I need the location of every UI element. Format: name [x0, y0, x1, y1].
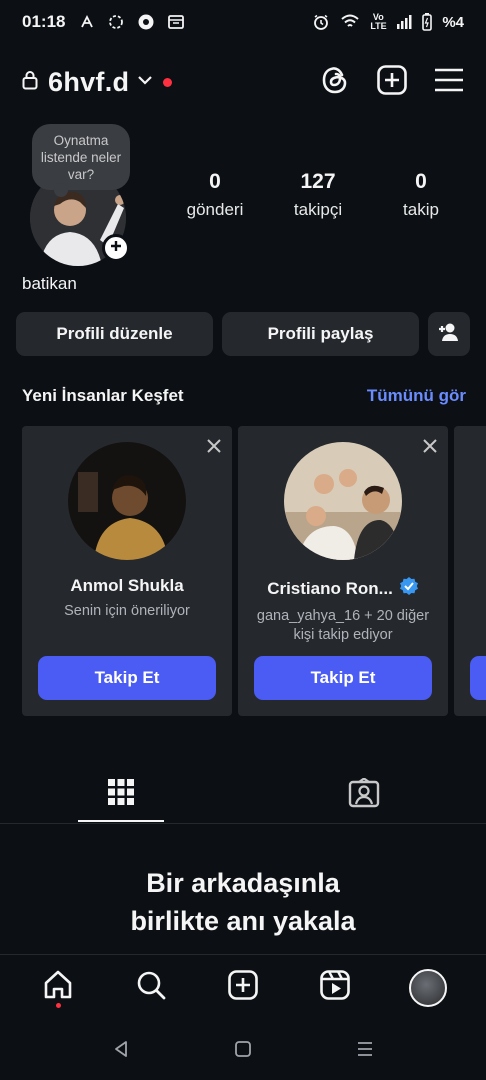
empty-state-title: Bir arkadaşınla birlikte anı yakala [0, 864, 486, 940]
account-switcher[interactable]: 6hvf.d [48, 67, 129, 98]
note-bubble[interactable]: Oynatma listende neler var? [32, 124, 130, 197]
display-name: batikan [22, 274, 77, 293]
status-time: 01:18 [22, 12, 66, 31]
profile-avatar-icon [408, 968, 447, 1007]
empty-state-line-2: birlikte anı yakala [130, 906, 356, 936]
follow-button[interactable]: Takip Et [38, 656, 216, 700]
tab-posts-grid[interactable] [78, 768, 164, 822]
create-icon [227, 969, 259, 1006]
notification-icon [79, 14, 95, 30]
alarm-icon [312, 13, 330, 31]
suggestion-subtitle: gana_yahya_16 + 20 diğer kişi takip ediy… [256, 608, 430, 643]
profile-header: 6hvf.d [0, 58, 486, 106]
see-all-link[interactable]: Tümünü gör [367, 386, 466, 406]
add-story-button[interactable] [102, 234, 130, 262]
tagged-person-icon [348, 776, 380, 813]
home-notification-dot [55, 1002, 61, 1008]
search-icon [135, 969, 167, 1006]
nav-home[interactable] [34, 964, 82, 1012]
following-count: 0 [415, 170, 427, 193]
chrome-icon [137, 13, 155, 31]
suggestion-name-row: Cristiano Ron... [238, 576, 448, 601]
following-stat[interactable]: 0 takip [376, 170, 466, 220]
bottom-navigation [0, 954, 486, 1020]
create-post-icon[interactable] [376, 64, 408, 101]
add-person-icon [437, 322, 461, 347]
recent-apps-icon[interactable] [355, 1039, 375, 1064]
followers-count: 127 [300, 170, 336, 193]
suggestion-card-partial[interactable] [454, 426, 486, 716]
lock-icon [22, 70, 38, 95]
home-button-icon[interactable] [233, 1039, 253, 1064]
grid-icon [107, 778, 135, 811]
empty-state-line-1: Bir arkadaşınla [146, 868, 340, 898]
chevron-down-icon[interactable] [137, 73, 153, 91]
discover-people-button[interactable] [428, 312, 470, 356]
back-icon[interactable] [111, 1039, 131, 1064]
suggestion-card[interactable]: Anmol Shukla Senin için öneriliyor Takip… [22, 426, 232, 716]
following-label: takip [403, 200, 439, 219]
suggestions-carousel[interactable]: Anmol Shukla Senin için öneriliyor Takip… [22, 426, 486, 718]
discover-title: Yeni İnsanlar Keşfet [22, 386, 184, 405]
close-icon[interactable] [422, 438, 438, 459]
status-bar: 01:18 Vo LTE %4 [0, 0, 486, 44]
followers-stat[interactable]: 127 takipçi [273, 170, 363, 220]
follow-button[interactable]: Takip Et [254, 656, 432, 700]
suggestion-name: Anmol Shukla [70, 576, 184, 595]
nav-profile[interactable] [404, 964, 452, 1012]
network-type: Vo LTE [370, 12, 387, 31]
home-icon [42, 969, 74, 1006]
edit-profile-button[interactable]: Profili düzenle [16, 312, 213, 356]
suggestion-subtitle: Senin için öneriliyor [64, 603, 190, 619]
posts-stat[interactable]: 0 gönderi [170, 170, 260, 220]
threads-icon[interactable] [320, 64, 350, 101]
suggestion-card[interactable]: Cristiano Ron... gana_yahya_16 + 20 diğe… [238, 426, 448, 716]
menu-icon[interactable] [434, 67, 464, 98]
calendar-icon [167, 13, 185, 31]
nav-search[interactable] [127, 964, 175, 1012]
nav-create[interactable] [219, 964, 267, 1012]
tab-tagged[interactable] [321, 768, 407, 822]
share-profile-button[interactable]: Profili paylaş [222, 312, 419, 356]
plus-icon [109, 239, 123, 258]
profile-tabs [0, 768, 486, 824]
profile-stats: 0 gönderi 127 takipçi 0 takip [170, 170, 466, 220]
system-navigation [0, 1022, 486, 1080]
profile-actions: Profili düzenle Profili paylaş [16, 312, 470, 356]
verified-badge-icon [399, 576, 419, 601]
suggestion-avatar[interactable] [284, 442, 402, 560]
close-icon[interactable] [206, 438, 222, 459]
signal-icon [396, 15, 412, 29]
suggestion-name: Cristiano Ron... [267, 578, 393, 598]
followers-label: takipçi [293, 200, 343, 219]
follow-button-partial[interactable] [470, 656, 486, 700]
suggestion-avatar[interactable] [68, 442, 186, 560]
battery-icon [422, 13, 433, 31]
reels-icon [319, 969, 351, 1006]
posts-label: gönderi [186, 200, 244, 219]
nav-reels[interactable] [311, 964, 359, 1012]
posts-count: 0 [209, 170, 221, 193]
unread-dot [163, 77, 173, 87]
battery-percent: %4 [442, 13, 464, 31]
app-status-icon [107, 13, 125, 31]
wifi-icon [340, 14, 360, 30]
discover-section-header: Yeni İnsanlar Keşfet Tümünü gör [22, 386, 466, 406]
suggestion-name-row: Anmol Shukla [22, 576, 232, 596]
